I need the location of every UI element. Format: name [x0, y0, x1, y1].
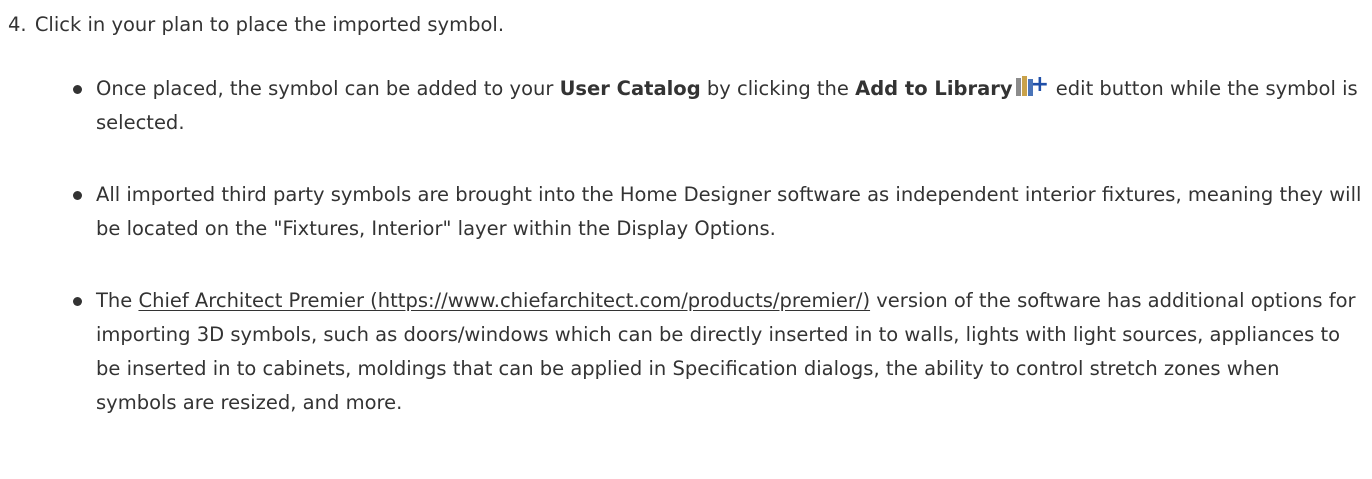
bullet-2-text: All imported third party symbols are bro… — [96, 183, 1362, 240]
add-to-library-icon: + — [1015, 72, 1049, 98]
bullet-1-pre: Once placed, the symbol can be added to … — [96, 77, 560, 100]
step-4: 4. Click in your plan to place the impor… — [8, 8, 504, 42]
bullet-1-mid: by clicking the — [700, 77, 856, 100]
list-item-user-catalog: Once placed, the symbol can be added to … — [73, 72, 1366, 140]
chief-architect-premier-link[interactable]: Chief Architect Premier (https://www.chi… — [138, 289, 870, 312]
list-item-premier: The Chief Architect Premier (https://www… — [73, 284, 1366, 420]
add-to-library-term: Add to Library — [855, 77, 1013, 100]
notes-list: Once placed, the symbol can be added to … — [73, 72, 1366, 458]
help-page: 4. Click in your plan to place the impor… — [0, 0, 1372, 479]
step-number: 4. — [8, 13, 27, 36]
user-catalog-term: User Catalog — [559, 77, 701, 100]
list-item-fixtures-layer: All imported third party symbols are bro… — [73, 178, 1366, 246]
bullet-3-pre: The — [96, 289, 139, 312]
step-text: Click in your plan to place the imported… — [34, 13, 505, 36]
